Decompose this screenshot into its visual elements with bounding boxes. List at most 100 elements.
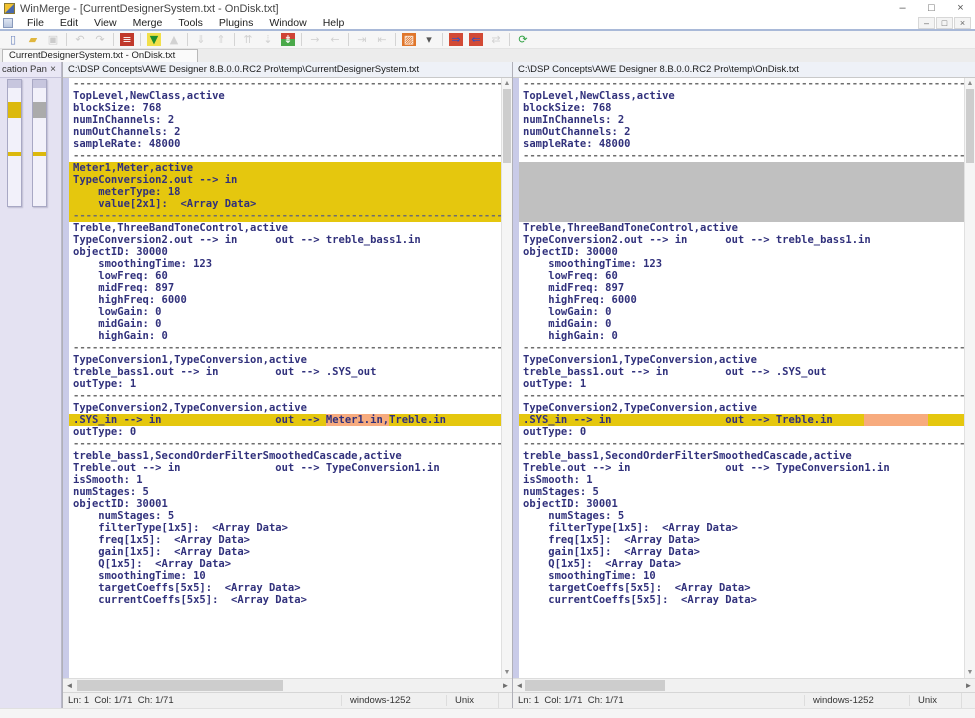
- menu-merge[interactable]: Merge: [125, 17, 171, 29]
- next-difference-button[interactable]: ▼: [144, 31, 164, 48]
- code-line[interactable]: numInChannels: 2: [69, 114, 512, 126]
- code-line[interactable]: Meter1,Meter,active: [69, 162, 512, 174]
- separator-line[interactable]: ----------------------------------------…: [69, 210, 512, 222]
- left-file-map[interactable]: [7, 79, 22, 207]
- previous-difference-button[interactable]: ▲: [164, 31, 184, 48]
- right-file-map[interactable]: [32, 79, 47, 207]
- code-line[interactable]: TypeConversion2.out --> in out --> trebl…: [519, 234, 975, 246]
- code-line[interactable]: TopLevel,NewClass,active: [69, 90, 512, 102]
- minimize-button[interactable]: –: [888, 0, 917, 17]
- maximize-button[interactable]: □: [917, 0, 946, 17]
- code-line[interactable]: Treble.out --> in out --> TypeConversion…: [69, 462, 512, 474]
- missing-line-block[interactable]: [519, 174, 975, 186]
- menu-edit[interactable]: Edit: [52, 17, 86, 29]
- left-pane-content[interactable]: ----------------------------------------…: [63, 78, 512, 678]
- code-line[interactable]: objectID: 30000: [519, 246, 975, 258]
- copy-left-button[interactable]: ←: [325, 31, 345, 48]
- mdi-close-button[interactable]: ×: [954, 17, 971, 29]
- scroll-right-icon[interactable]: ►: [499, 679, 512, 692]
- code-line[interactable]: filterType[1x5]: <Array Data>: [519, 522, 975, 534]
- code-line[interactable]: currentCoeffs[5x5]: <Array Data>: [69, 594, 512, 606]
- copy-right-advance-button[interactable]: ⇥: [352, 31, 372, 48]
- code-line[interactable]: outType: 0: [519, 426, 975, 438]
- code-line[interactable]: highGain: 0: [519, 330, 975, 342]
- code-line[interactable]: lowFreq: 60: [69, 270, 512, 282]
- right-vertical-scrollbar[interactable]: ▲ ▼: [964, 78, 975, 678]
- code-line[interactable]: treble_bass1,SecondOrderFilterSmoothedCa…: [519, 450, 975, 462]
- code-line[interactable]: Treble,ThreeBandToneControl,active: [519, 222, 975, 234]
- code-line[interactable]: .SYS_in --> in out --> Meter1.in,Treble.…: [69, 414, 512, 426]
- left-vertical-scrollbar[interactable]: ▲ ▼: [501, 78, 512, 678]
- separator-line[interactable]: ----------------------------------------…: [519, 390, 975, 402]
- scroll-down-icon[interactable]: ▼: [502, 667, 512, 678]
- code-line[interactable]: gain[1x5]: <Array Data>: [519, 546, 975, 558]
- right-pane-header[interactable]: C:\DSP Concepts\AWE Designer 8.B.0.0.RC2…: [513, 62, 975, 78]
- last-difference-button[interactable]: ⇟: [278, 31, 298, 48]
- code-line[interactable]: TypeConversion2.out --> in: [69, 174, 512, 186]
- menu-window[interactable]: Window: [261, 17, 314, 29]
- separator-line[interactable]: ----------------------------------------…: [69, 150, 512, 162]
- first-difference-button[interactable]: ⇈: [238, 31, 258, 48]
- code-line[interactable]: Q[1x5]: <Array Data>: [519, 558, 975, 570]
- copy-left-advance-button[interactable]: ⇤: [372, 31, 392, 48]
- code-line[interactable]: numInChannels: 2: [519, 114, 975, 126]
- missing-line-block[interactable]: [519, 186, 975, 198]
- right-hscroll-thumb[interactable]: [525, 680, 665, 691]
- code-line[interactable]: smoothingTime: 10: [69, 570, 512, 582]
- code-line[interactable]: value[2x1]: <Array Data>: [69, 198, 512, 210]
- auto-merge-dropdown-button[interactable]: ▾: [419, 31, 439, 48]
- code-line[interactable]: smoothingTime: 10: [519, 570, 975, 582]
- code-line[interactable]: Treble,ThreeBandToneControl,active: [69, 222, 512, 234]
- scroll-up-icon[interactable]: ▲: [502, 78, 512, 89]
- code-line[interactable]: numStages: 5: [69, 510, 512, 522]
- code-line[interactable]: sampleRate: 48000: [519, 138, 975, 150]
- auto-merge-button[interactable]: ▨: [399, 31, 419, 48]
- code-line[interactable]: numOutChannels: 2: [69, 126, 512, 138]
- code-line[interactable]: treble_bass1.out --> in out --> .SYS_out: [519, 366, 975, 378]
- separator-line[interactable]: ----------------------------------------…: [519, 78, 975, 90]
- scroll-right-icon[interactable]: ►: [962, 679, 975, 692]
- previous-conflict-button[interactable]: ⇑: [211, 31, 231, 48]
- save-button[interactable]: ▣: [43, 31, 63, 48]
- right-horizontal-scrollbar[interactable]: ◄ ►: [513, 678, 975, 692]
- separator-line[interactable]: ----------------------------------------…: [519, 150, 975, 162]
- scroll-down-icon[interactable]: ▼: [965, 667, 975, 678]
- code-line[interactable]: highFreq: 6000: [519, 294, 975, 306]
- missing-line-block[interactable]: [519, 210, 975, 222]
- code-line[interactable]: TopLevel,NewClass,active: [519, 90, 975, 102]
- code-line[interactable]: smoothingTime: 123: [69, 258, 512, 270]
- code-line[interactable]: Treble.out --> in out --> TypeConversion…: [519, 462, 975, 474]
- code-line[interactable]: numStages: 5: [519, 486, 975, 498]
- code-line[interactable]: midGain: 0: [519, 318, 975, 330]
- code-line[interactable]: targetCoeffs[5x5]: <Array Data>: [519, 582, 975, 594]
- close-button[interactable]: ×: [946, 0, 975, 17]
- copy-right-button[interactable]: →: [305, 31, 325, 48]
- separator-line[interactable]: ----------------------------------------…: [69, 438, 512, 450]
- new-file-button[interactable]: ▯: [3, 31, 23, 48]
- missing-line-block[interactable]: [519, 198, 975, 210]
- right-pane-content[interactable]: ----------------------------------------…: [513, 78, 975, 678]
- open-button[interactable]: ▰: [23, 31, 43, 48]
- code-line[interactable]: objectID: 30000: [69, 246, 512, 258]
- left-pane-header[interactable]: C:\DSP Concepts\AWE Designer 8.B.0.0.RC2…: [63, 62, 512, 78]
- code-line[interactable]: outType: 1: [519, 378, 975, 390]
- code-line[interactable]: freq[1x5]: <Array Data>: [69, 534, 512, 546]
- next-conflict-button[interactable]: ⇓: [191, 31, 211, 48]
- separator-line[interactable]: ----------------------------------------…: [519, 342, 975, 354]
- current-difference-button[interactable]: ⇣: [258, 31, 278, 48]
- code-line[interactable]: highGain: 0: [69, 330, 512, 342]
- code-line[interactable]: midFreq: 897: [69, 282, 512, 294]
- code-line[interactable]: TypeConversion2,TypeConversion,active: [69, 402, 512, 414]
- mdi-minimize-button[interactable]: –: [918, 17, 935, 29]
- code-line[interactable]: lowGain: 0: [519, 306, 975, 318]
- missing-line-block[interactable]: [519, 162, 975, 174]
- code-line[interactable]: targetCoeffs[5x5]: <Array Data>: [69, 582, 512, 594]
- tab-compare-files[interactable]: CurrentDesignerSystem.txt - OnDisk.txt: [2, 49, 198, 62]
- right-vscroll-thumb[interactable]: [966, 89, 974, 163]
- left-hscroll-thumb[interactable]: [77, 680, 283, 691]
- redo-button[interactable]: ↷: [90, 31, 110, 48]
- separator-line[interactable]: ----------------------------------------…: [519, 438, 975, 450]
- code-line[interactable]: highFreq: 6000: [69, 294, 512, 306]
- merge-mode-button[interactable]: ⇄: [486, 31, 506, 48]
- copy-all-right-button[interactable]: ⇒: [446, 31, 466, 48]
